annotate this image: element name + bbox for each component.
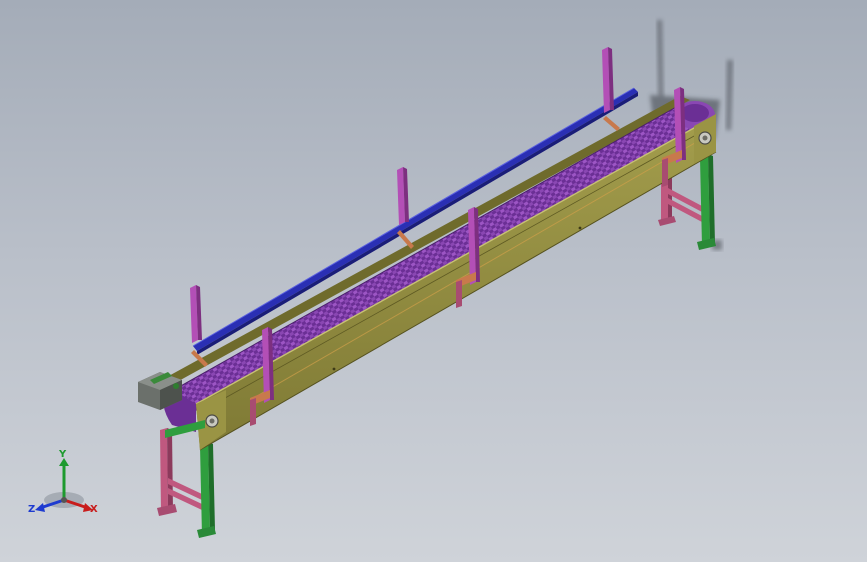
conveyor-belt: [170, 106, 712, 412]
model-viewport[interactable]: Y X Z: [0, 0, 867, 562]
x-axis-label: X: [90, 504, 98, 515]
coordinate-triad-icon[interactable]: Y X Z: [26, 448, 104, 522]
z-axis-label: Z: [28, 504, 36, 515]
back-frame-rail: [165, 96, 690, 383]
y-axis-label: Y: [59, 449, 67, 460]
conveyor-model: [138, 20, 733, 538]
